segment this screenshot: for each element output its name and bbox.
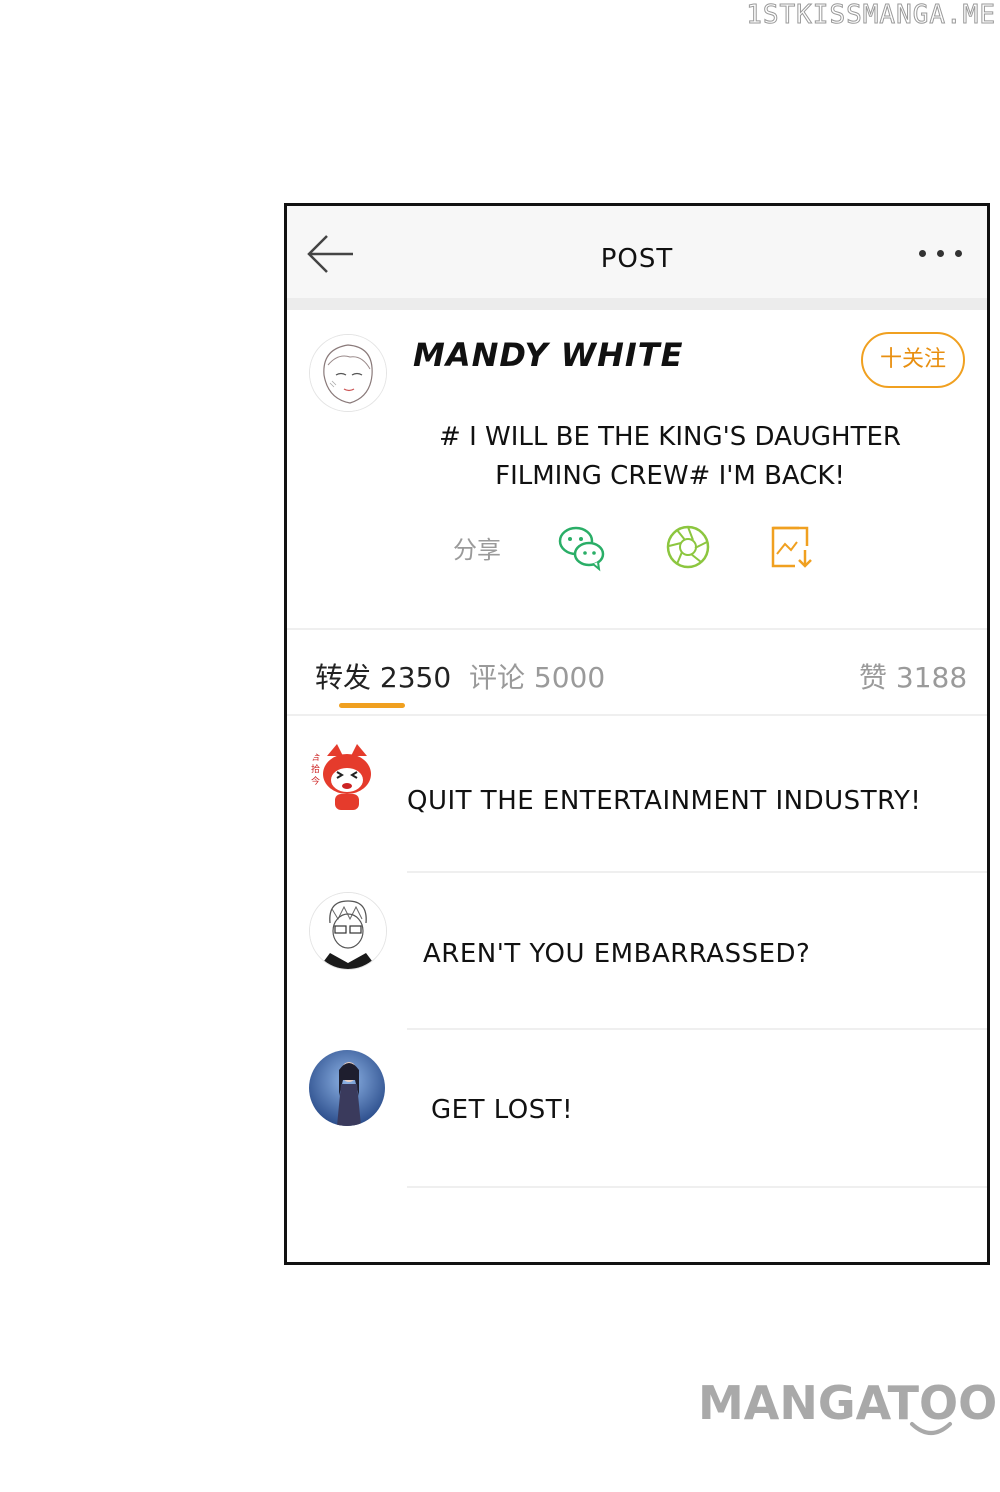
more-dots-icon — [937, 250, 944, 257]
woman-blue-avatar-icon — [309, 1050, 385, 1126]
moments-share-button[interactable] — [663, 522, 713, 572]
save-image-icon — [771, 526, 812, 568]
comment-divider — [407, 871, 987, 873]
more-dots-icon — [919, 250, 926, 257]
follow-button[interactable]: 十关注 — [861, 332, 965, 388]
share-label: 分享 — [453, 536, 501, 564]
post-text-line: FILMING CREW# I'M BACK! — [495, 461, 845, 491]
top-bar: POST — [287, 206, 987, 298]
comment-text: GET LOST! — [431, 1095, 574, 1125]
phone-screen: POST MANDY WHITE 十关注 # I WILL BE THE KIN… — [284, 203, 990, 1265]
commenter-avatar[interactable] — [309, 892, 387, 970]
tab-repost[interactable]: 转发 2350 — [315, 656, 451, 696]
tab-likes[interactable]: 赞 3188 — [859, 656, 967, 696]
wechat-icon — [558, 526, 605, 572]
comment-text: QUIT THE ENTERTAINMENT INDUSTRY! — [407, 786, 922, 816]
post-text-line: # I WILL BE THE KING'S DAUGHTER — [439, 422, 901, 452]
commenter-avatar[interactable]: 合 拾 今 — [309, 738, 385, 814]
brand-logo: MANGATOON — [698, 1376, 1000, 1430]
watermark-text: 1STKISSMANGA.ME — [746, 0, 996, 31]
comment-divider — [407, 1028, 987, 1030]
author-name[interactable]: MANDY WHITE — [413, 336, 683, 374]
tab-comments[interactable]: 评论 5000 — [469, 656, 605, 696]
more-options-button[interactable] — [919, 244, 967, 264]
comment-text: AREN'T YOU EMBARRASSED? — [423, 939, 811, 969]
commenter-avatar[interactable] — [309, 1050, 385, 1126]
post-text: # I WILL BE THE KING'S DAUGHTER FILMING … — [405, 418, 935, 496]
svg-text:拾: 拾 — [311, 763, 320, 775]
comment-divider — [407, 1186, 987, 1188]
red-panda-avatar-icon: 合 拾 今 — [309, 738, 385, 814]
save-image-button[interactable] — [767, 522, 817, 572]
svg-text:合: 合 — [311, 751, 320, 763]
author-avatar[interactable] — [309, 334, 387, 412]
svg-text:今: 今 — [311, 775, 320, 787]
more-dots-icon — [955, 250, 962, 257]
header-divider — [287, 298, 987, 310]
sketch-girl-icon — [310, 335, 386, 411]
brand-smile-icon — [910, 1422, 952, 1435]
wechat-share-button[interactable] — [557, 522, 607, 572]
section-divider — [287, 628, 987, 630]
page-title: POST — [600, 244, 674, 274]
active-tab-indicator — [339, 703, 405, 708]
tabs-divider — [287, 714, 987, 716]
glasses-boy-avatar-icon — [310, 893, 386, 969]
moments-icon — [666, 525, 710, 569]
